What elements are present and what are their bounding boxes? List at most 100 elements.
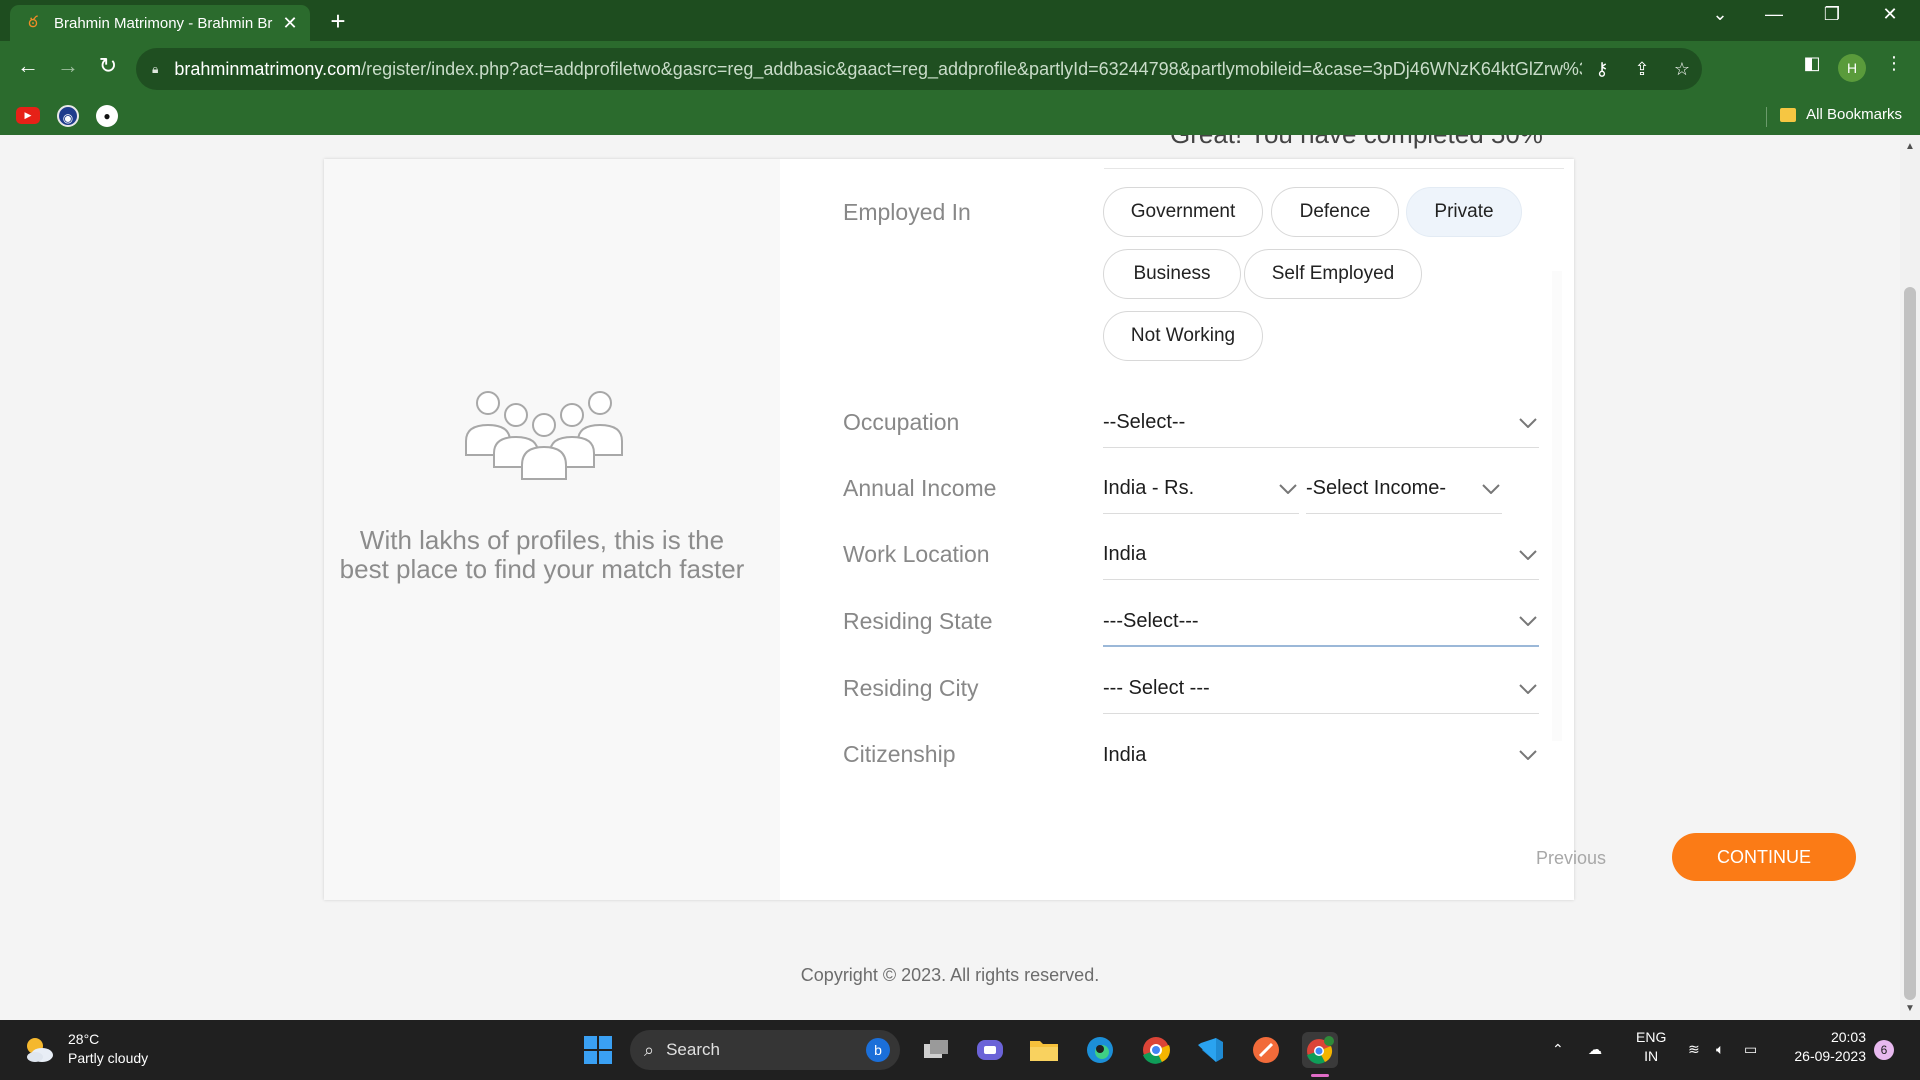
- promo-text: With lakhs of profiles, this is the best…: [324, 526, 760, 584]
- tab-close-icon[interactable]: ✕: [280, 13, 300, 34]
- registration-card: With lakhs of profiles, this is the best…: [324, 159, 1856, 900]
- address-bar[interactable]: 🔒︎ brahminmatrimony.com/register/index.p…: [136, 48, 1702, 90]
- volume-icon[interactable]: 🔈︎: [1716, 1040, 1724, 1059]
- onedrive-cloud-icon[interactable]: ☁: [1588, 1040, 1602, 1059]
- browser-tab[interactable]: ఠ Brahmin Matrimony - Brahmin Br ✕: [10, 5, 310, 41]
- task-view-icon[interactable]: [918, 1032, 954, 1068]
- tab-search-icon[interactable]: ⌄: [1700, 4, 1740, 25]
- citizenship-select[interactable]: India: [1103, 730, 1539, 780]
- youtube-icon[interactable]: ▶: [16, 107, 40, 124]
- income-currency-select[interactable]: India - Rs.: [1103, 464, 1299, 514]
- bookmarks-bar: ▶ ◉ ● All Bookmarks: [0, 97, 1920, 135]
- previous-link[interactable]: Previous: [1536, 848, 1606, 869]
- menu-kebab-icon[interactable]: ⋮: [1878, 53, 1910, 74]
- chrome-profile-icon[interactable]: [1302, 1032, 1338, 1068]
- scroll-up-arrow-icon[interactable]: ▲: [1905, 141, 1915, 152]
- language-line1: ENG: [1636, 1029, 1667, 1045]
- teams-chat-icon[interactable]: [972, 1032, 1008, 1068]
- bing-icon[interactable]: b: [866, 1038, 890, 1062]
- clock[interactable]: 20:03 26-09-2023: [1786, 1028, 1866, 1066]
- url-text[interactable]: brahminmatrimony.com/register/index.php?…: [174, 59, 1582, 80]
- residing-state-select[interactable]: ---Select---: [1103, 597, 1539, 647]
- weather-widget[interactable]: 28°C Partly cloudy: [22, 1030, 148, 1068]
- chevron-down-icon: [1517, 610, 1539, 632]
- income-currency-value: India - Rs.: [1103, 477, 1195, 499]
- file-explorer-icon[interactable]: [1026, 1032, 1062, 1068]
- bookmark-site-icon[interactable]: ◉: [57, 105, 79, 127]
- site-favicon-icon: ఠ: [28, 14, 38, 31]
- lock-icon: 🔒︎: [152, 61, 159, 76]
- employed-defence-option[interactable]: Defence: [1271, 187, 1399, 237]
- income-range-select[interactable]: -Select Income-: [1306, 464, 1502, 514]
- employed-self-employed-option[interactable]: Self Employed: [1244, 249, 1422, 299]
- new-tab-button[interactable]: +: [324, 6, 352, 37]
- annual-income-label: Annual Income: [843, 475, 997, 501]
- profile-avatar[interactable]: H: [1838, 54, 1866, 82]
- language-indicator[interactable]: ENG IN: [1636, 1028, 1666, 1066]
- chevron-down-icon: [1517, 412, 1539, 434]
- occupation-select[interactable]: --Select--: [1103, 398, 1539, 448]
- browser-toolbar: ← → ↻ 🔒︎ brahminmatrimony.com/register/i…: [0, 41, 1920, 97]
- language-line2: IN: [1644, 1048, 1659, 1064]
- work-location-label: Work Location: [843, 541, 990, 567]
- residing-city-select[interactable]: --- Select ---: [1103, 664, 1539, 714]
- all-bookmarks-button[interactable]: All Bookmarks: [1780, 106, 1902, 123]
- work-location-select[interactable]: India: [1103, 530, 1539, 580]
- close-window-button[interactable]: ✕: [1870, 4, 1910, 25]
- chrome-icon[interactable]: [1138, 1032, 1174, 1068]
- chevron-down-icon: [1277, 478, 1299, 500]
- clock-time: 20:03: [1830, 1029, 1866, 1045]
- postman-icon[interactable]: [1248, 1032, 1284, 1068]
- wifi-icon[interactable]: ≋: [1688, 1040, 1700, 1059]
- partly-cloudy-icon: [27, 1038, 53, 1062]
- clock-date: 26-09-2023: [1794, 1048, 1866, 1064]
- battery-icon[interactable]: ▭: [1744, 1040, 1757, 1059]
- employed-not-working-option[interactable]: Not Working: [1103, 311, 1263, 361]
- restore-button[interactable]: ❐: [1812, 4, 1852, 25]
- weather-text: Partly cloudy: [68, 1050, 149, 1066]
- income-range-value: -Select Income-: [1306, 477, 1447, 499]
- edge-browser-icon[interactable]: [1082, 1032, 1118, 1068]
- section-divider: [1104, 168, 1564, 169]
- all-bookmarks-label: All Bookmarks: [1806, 106, 1902, 123]
- windows-start-icon[interactable]: [580, 1032, 616, 1068]
- employed-private-option[interactable]: Private: [1406, 187, 1522, 237]
- notification-badge[interactable]: 6: [1874, 1040, 1894, 1060]
- form-scroll-track: [1552, 271, 1562, 741]
- vscode-icon[interactable]: [1192, 1032, 1228, 1068]
- chevron-down-icon: [1517, 678, 1539, 700]
- show-hidden-icons-icon[interactable]: ⌃: [1552, 1040, 1564, 1059]
- occupation-value: --Select--: [1103, 411, 1186, 433]
- reload-icon[interactable]: ↻: [92, 53, 124, 79]
- bookmark-star-icon[interactable]: ☆: [1662, 59, 1702, 80]
- copyright-text: Copyright © 2023. All rights reserved.: [800, 965, 1100, 985]
- page-viewport: Great! You have completed 50% With: [0, 135, 1900, 1020]
- password-key-icon[interactable]: ⚷: [1582, 59, 1622, 80]
- folder-icon: [1780, 107, 1797, 122]
- residing-city-value: --- Select ---: [1103, 677, 1210, 699]
- citizenship-value: India: [1103, 743, 1147, 766]
- github-icon[interactable]: ●: [96, 105, 118, 127]
- employed-in-label: Employed In: [843, 199, 971, 225]
- promo-text-line1: With lakhs of profiles, this is the: [359, 525, 725, 555]
- continue-button[interactable]: CONTINUE: [1672, 833, 1856, 881]
- browser-tab-strip: ఠ Brahmin Matrimony - Brahmin Br ✕ + ⌄ —…: [0, 0, 1920, 41]
- minimize-button[interactable]: —: [1754, 4, 1794, 25]
- scroll-down-arrow-icon[interactable]: ▼: [1905, 1003, 1915, 1014]
- scroll-thumb[interactable]: [1904, 287, 1916, 1000]
- bookmarks-divider: [1766, 107, 1767, 127]
- employed-business-option[interactable]: Business: [1103, 249, 1241, 299]
- back-arrow-icon[interactable]: ←: [12, 53, 44, 79]
- employed-government-option[interactable]: Government: [1103, 187, 1263, 237]
- forward-arrow-icon[interactable]: →: [52, 53, 84, 79]
- search-icon: ⌕: [644, 1039, 655, 1060]
- occupation-label: Occupation: [843, 409, 960, 435]
- taskbar-search-box[interactable]: ⌕ Search b: [630, 1030, 900, 1070]
- progress-message: Great! You have completed 50%: [1170, 135, 1543, 150]
- taskbar-search-label: Search: [666, 1040, 720, 1059]
- side-panel-icon[interactable]: ◧: [1796, 53, 1828, 74]
- work-location-value: India: [1103, 543, 1147, 565]
- people-group-icon: [465, 391, 623, 480]
- page-scrollbar[interactable]: ▲ ▼: [1900, 135, 1920, 1020]
- share-icon[interactable]: ⇪: [1622, 59, 1662, 80]
